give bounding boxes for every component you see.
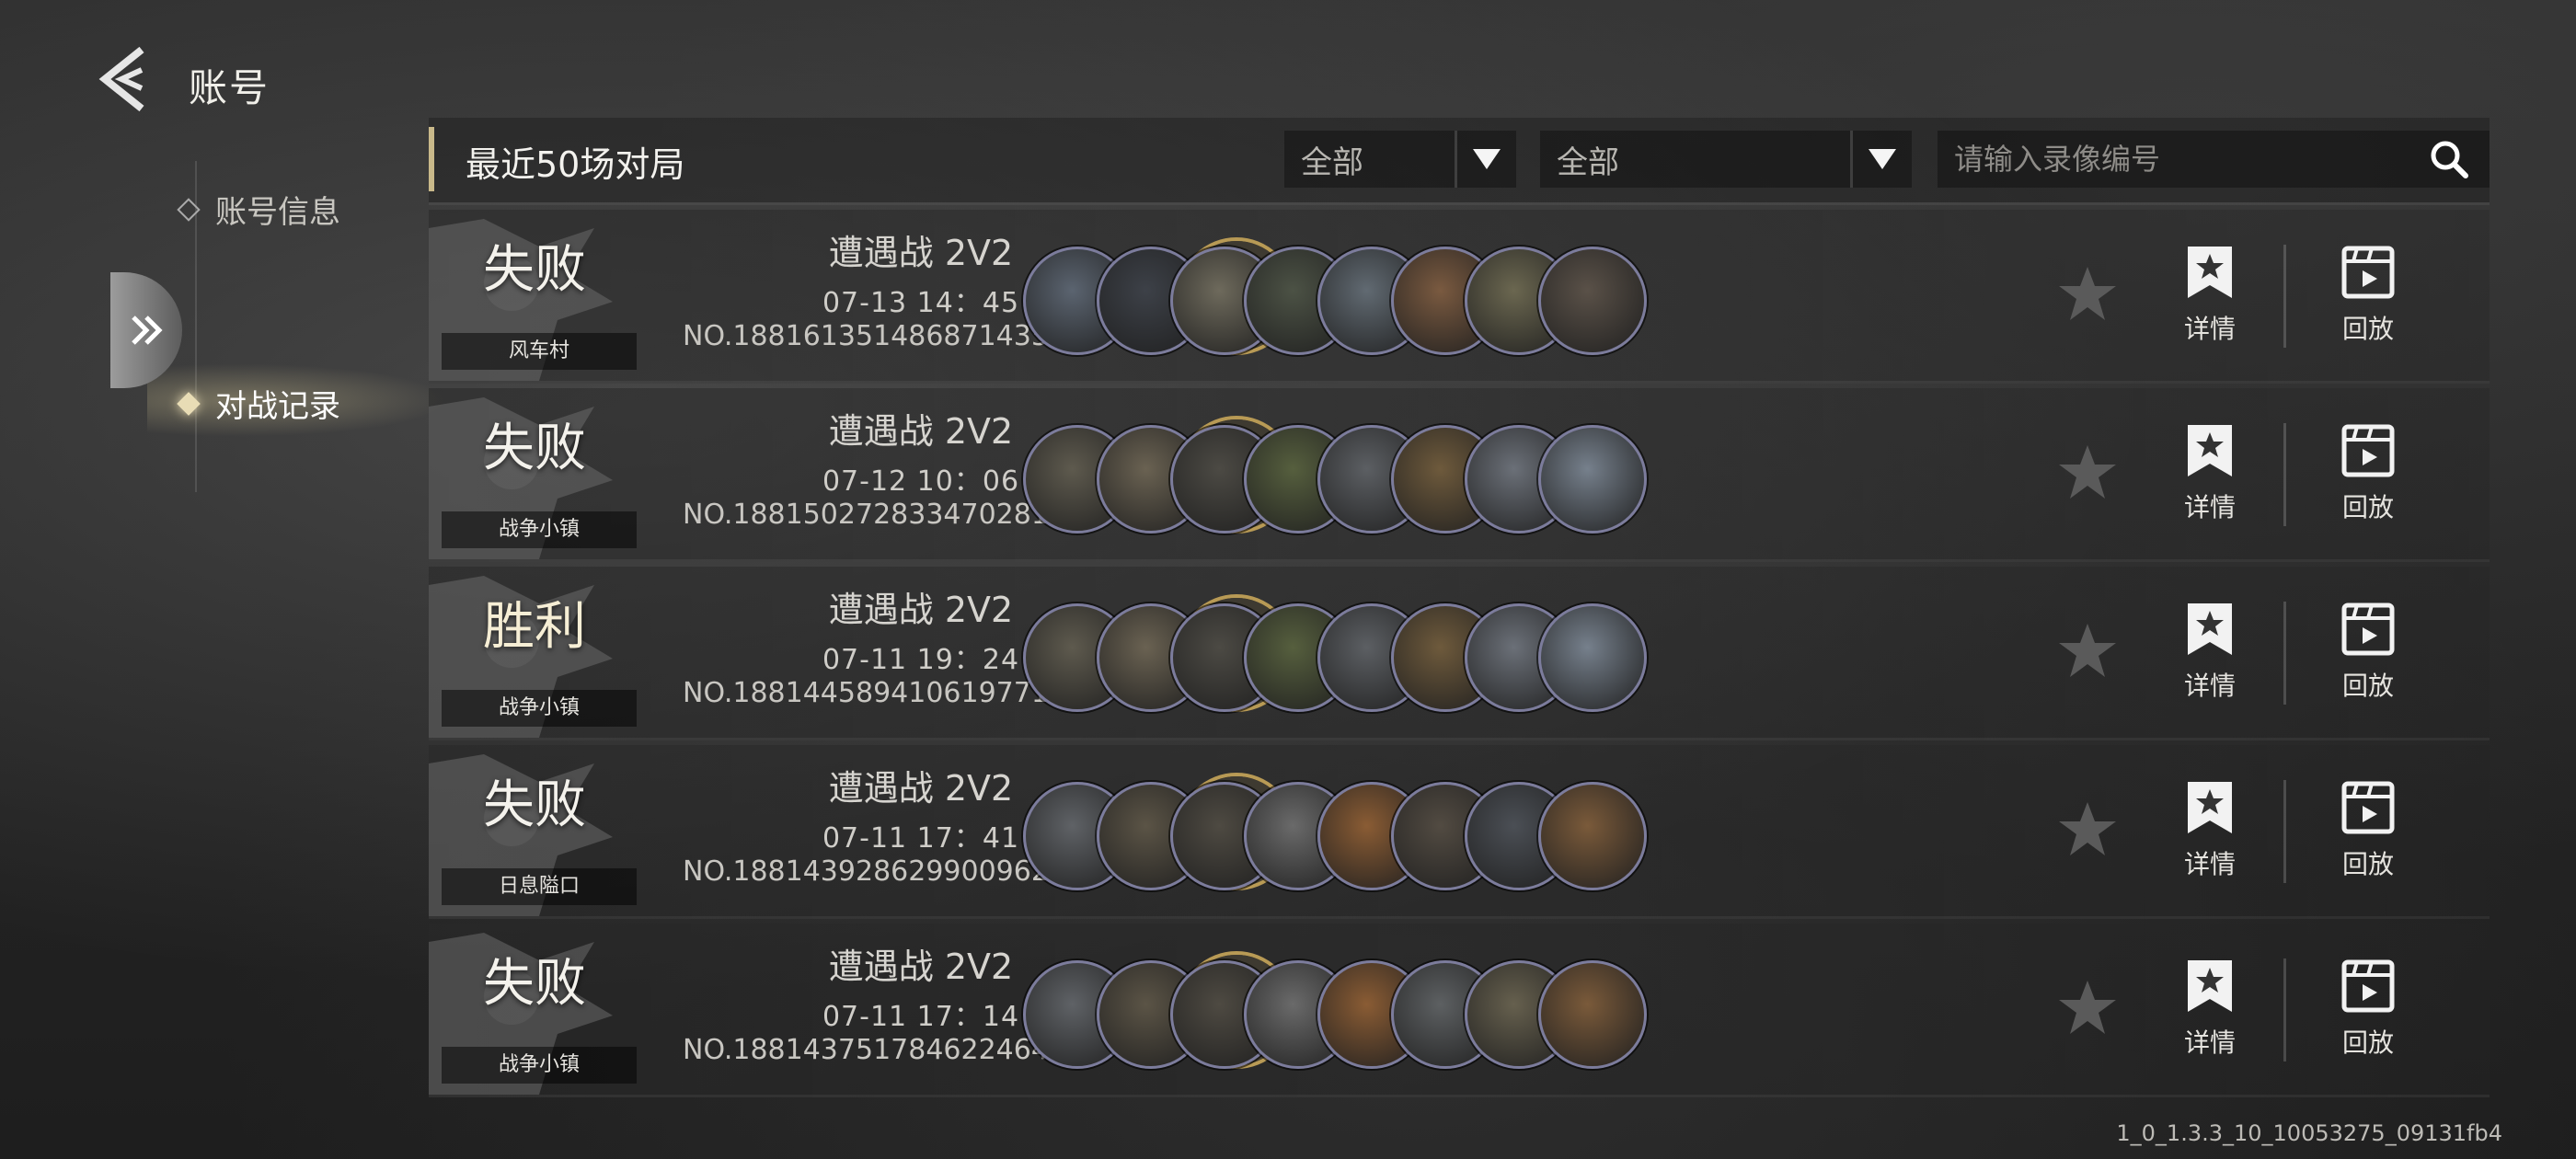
nav-item-label: 对战记录 <box>215 388 340 425</box>
film-play-icon <box>2340 245 2396 300</box>
favorite-star-icon[interactable] <box>2057 442 2118 502</box>
nav-item-battle-records[interactable]: 对战记录 <box>177 381 340 426</box>
map-name: 战争小镇 <box>442 690 637 727</box>
replay-number-text: NO.1881445894106197710 <box>683 677 1067 709</box>
action-divider <box>2283 423 2286 526</box>
favorite-star-icon[interactable] <box>2057 263 2118 324</box>
bookmark-star-icon <box>2182 423 2237 478</box>
match-result: 失败 <box>483 775 586 835</box>
details-label: 详情 <box>2183 492 2236 522</box>
action-divider <box>2283 780 2286 883</box>
replay-number-text: NO.1881613514868714355 <box>683 320 1067 352</box>
action-divider <box>2283 958 2286 1061</box>
game-mode: 遭遇战 2V2 <box>828 768 1014 809</box>
film-play-icon <box>2340 780 2396 835</box>
match-result: 胜利 <box>483 597 586 657</box>
mode-filter-dropdown[interactable]: 全部 <box>1284 131 1516 188</box>
match-result: 失败 <box>483 240 586 300</box>
match-result: 失败 <box>483 419 586 478</box>
game-mode: 遭遇战 2V2 <box>828 590 1014 630</box>
replay-number-text: NO.1881437517846224640 <box>683 1034 1067 1066</box>
replay-number-text: NO.1881502728334702811 <box>683 499 1067 531</box>
replay-number-text: NO.1881439286299009626 <box>683 855 1067 888</box>
unit-card-icon[interactable] <box>1538 960 1647 1069</box>
replay-search-box <box>1938 131 2490 188</box>
film-play-icon <box>2340 423 2396 478</box>
unit-card-icon[interactable] <box>1538 782 1647 890</box>
replay-button[interactable]: 回放 <box>2313 780 2423 881</box>
action-divider <box>2283 245 2286 348</box>
nav-item-account-info[interactable]: 账号信息 <box>177 187 340 232</box>
game-mode: 遭遇战 2V2 <box>828 947 1014 987</box>
bookmark-star-icon <box>2182 245 2237 300</box>
page-title: 账号 <box>189 65 270 110</box>
details-label: 详情 <box>2183 1027 2236 1058</box>
details-label: 详情 <box>2183 849 2236 879</box>
nav-item-label: 账号信息 <box>215 194 340 231</box>
details-label: 详情 <box>2183 671 2236 701</box>
details-button[interactable]: 详情 <box>2155 780 2265 881</box>
battle-record-row[interactable]: 失败战争小镇 遭遇战 2V2 07-12 10：06 NO.1881502728334… <box>429 388 2490 562</box>
game-mode: 遭遇战 2V2 <box>828 411 1014 452</box>
details-button[interactable]: 详情 <box>2155 423 2265 524</box>
battle-record-row[interactable]: 胜利战争小镇 遭遇战 2V2 07-11 19：24 NO.1881445894106… <box>429 567 2490 740</box>
map-name: 战争小镇 <box>442 511 637 548</box>
replay-button[interactable]: 回放 <box>2313 602 2423 703</box>
replay-label: 回放 <box>2341 492 2394 522</box>
match-result: 失败 <box>483 954 586 1014</box>
film-play-icon <box>2340 602 2396 657</box>
replay-label: 回放 <box>2341 314 2394 344</box>
details-button[interactable]: 详情 <box>2155 245 2265 346</box>
bookmark-star-icon <box>2182 602 2237 657</box>
diamond-icon <box>177 391 201 416</box>
action-divider <box>2283 602 2286 705</box>
details-button[interactable]: 详情 <box>2155 958 2265 1060</box>
match-time: 07-11 17：41 <box>822 822 1020 855</box>
details-button[interactable]: 详情 <box>2155 602 2265 703</box>
dropdown-arrow-icon <box>1455 131 1516 188</box>
favorite-star-icon[interactable] <box>2057 798 2118 859</box>
unit-card-icon[interactable] <box>1538 247 1647 355</box>
map-name: 战争小镇 <box>442 1047 637 1084</box>
back-arrow-icon[interactable] <box>88 42 162 116</box>
search-icon[interactable] <box>2421 132 2477 187</box>
section-title: 最近50场对局 <box>466 144 685 185</box>
replay-label: 回放 <box>2341 849 2394 879</box>
unit-card-icon[interactable] <box>1538 425 1647 534</box>
favorite-star-icon[interactable] <box>2057 977 2118 1038</box>
match-time: 07-11 17：14 <box>822 1001 1020 1033</box>
map-name: 风车村 <box>442 333 637 370</box>
film-play-icon <box>2340 958 2396 1014</box>
diamond-icon <box>177 197 201 222</box>
map-name: 日息隘口 <box>442 868 637 905</box>
dropdown-arrow-icon <box>1850 131 1912 188</box>
match-time: 07-12 10：06 <box>822 465 1020 498</box>
replay-button[interactable]: 回放 <box>2313 245 2423 346</box>
replay-label: 回放 <box>2341 671 2394 701</box>
bookmark-star-icon <box>2182 958 2237 1014</box>
result-filter-dropdown[interactable]: 全部 <box>1540 131 1912 188</box>
details-label: 详情 <box>2183 314 2236 344</box>
replay-label: 回放 <box>2341 1027 2394 1058</box>
unit-card-icon[interactable] <box>1538 603 1647 712</box>
match-time: 07-11 19：24 <box>822 644 1020 676</box>
bookmark-star-icon <box>2182 780 2237 835</box>
replay-id-search-input[interactable] <box>1938 141 2421 178</box>
game-mode: 遭遇战 2V2 <box>828 233 1014 273</box>
dropdown-value: 全部 <box>1557 143 1619 181</box>
favorite-star-icon[interactable] <box>2057 620 2118 681</box>
battle-record-row[interactable]: 失败日息隘口 遭遇战 2V2 07-11 17：41 NO.1881439286299… <box>429 745 2490 919</box>
replay-button[interactable]: 回放 <box>2313 423 2423 524</box>
replay-button[interactable]: 回放 <box>2313 958 2423 1060</box>
battle-record-row[interactable]: 失败战争小镇 遭遇战 2V2 07-11 17：14 NO.1881437517846… <box>429 924 2490 1097</box>
battle-record-row[interactable]: 失败风车村 遭遇战 2V2 07-13 14：45 NO.18816135148687… <box>429 210 2490 384</box>
version-label: 1_0_1.3.3_10_10053275_09131fb4 <box>2116 1120 2502 1146</box>
match-time: 07-13 14：45 <box>822 287 1020 319</box>
title-accent-bar <box>429 127 434 191</box>
dropdown-value: 全部 <box>1301 143 1363 181</box>
double-chevron-right-icon <box>132 316 163 345</box>
